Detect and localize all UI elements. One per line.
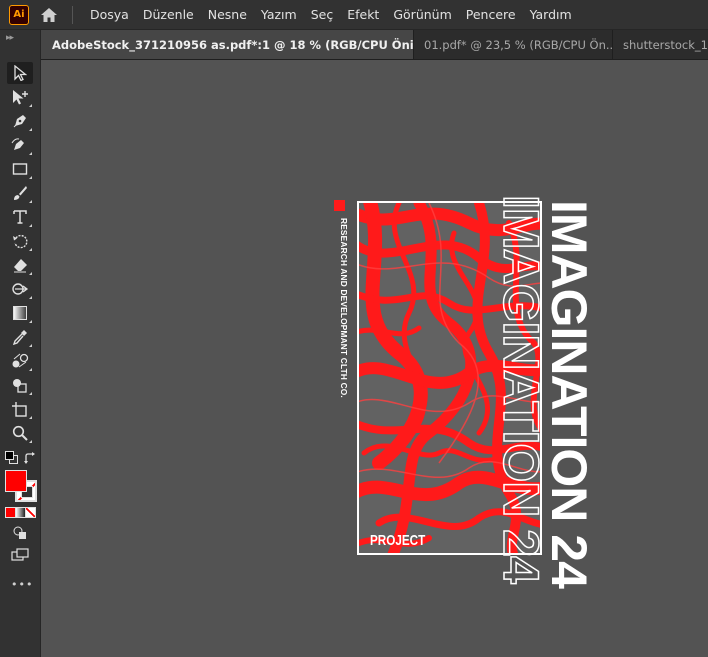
document-tab-bar: AdobeStock_371210956 as.pdf*:1 @ 18 % (R…	[41, 30, 708, 60]
document-tab-shutterstock[interactable]: shutterstock_17	[613, 30, 708, 59]
document-tab-adobestock[interactable]: AdobeStock_371210956 as.pdf*:1 @ 18 % (R…	[41, 30, 414, 59]
tab-label: 01.pdf* @ 23,5 % (RGB/CPU Ön...	[424, 37, 613, 52]
tools-panel: ▸▸ •••	[0, 30, 41, 657]
zoom-tool-icon[interactable]	[7, 422, 33, 444]
gradient-tool-icon[interactable]	[7, 302, 33, 324]
default-colors-icon[interactable]	[5, 451, 18, 464]
title-outline-text: IMAGINATION 24	[492, 194, 550, 583]
selection-tool-icon[interactable]	[7, 62, 33, 84]
eyedropper-tool-icon[interactable]	[7, 326, 33, 348]
eraser-tool-icon[interactable]	[7, 254, 33, 276]
menu-help[interactable]: Yardım	[523, 7, 579, 22]
menu-select[interactable]: Seç	[304, 7, 341, 22]
type-tool-icon[interactable]	[7, 206, 33, 228]
swap-colors-icon[interactable]	[24, 450, 37, 469]
accent-square	[334, 200, 345, 211]
more-tools-icon[interactable]: •••	[11, 578, 33, 591]
fill-swatch[interactable]	[5, 470, 27, 492]
menu-bar: Ai Dosya Düzenle Nesne Yazım Seç Efekt G…	[0, 0, 708, 30]
shape-builder-tool-icon[interactable]	[7, 374, 33, 396]
menu-type[interactable]: Yazım	[254, 7, 304, 22]
menu-object[interactable]: Nesne	[201, 7, 254, 22]
warp-tool-icon[interactable]	[7, 278, 33, 300]
draw-mode-icon[interactable]	[7, 522, 33, 544]
illustrator-logo: Ai	[9, 4, 29, 25]
menu-window[interactable]: Pencere	[459, 7, 523, 22]
menu-effect[interactable]: Efekt	[340, 7, 386, 22]
menu-file[interactable]: Dosya	[83, 7, 136, 22]
menu-view[interactable]: Görünüm	[386, 7, 458, 22]
screen-mode-icon[interactable]	[7, 544, 33, 566]
panel-collapse-icon[interactable]: ▸▸	[6, 33, 14, 43]
side-caption-text: RESEARCH AND DEVELOPMANT CLTH CO.	[339, 218, 349, 398]
project-label: PROJECT	[370, 532, 426, 549]
menu-edit[interactable]: Düzenle	[136, 7, 201, 22]
direct-selection-tool-icon[interactable]	[7, 86, 33, 108]
rotate-tool-icon[interactable]	[7, 230, 33, 252]
none-mode-icon[interactable]	[25, 507, 36, 518]
home-icon[interactable]	[38, 4, 60, 26]
rectangle-tool-icon[interactable]	[7, 158, 33, 180]
tab-label: shutterstock_17	[623, 37, 708, 52]
document-tab-01pdf[interactable]: 01.pdf* @ 23,5 % (RGB/CPU Ön... ×	[414, 30, 613, 59]
tab-label: AdobeStock_371210956 as.pdf*:1 @ 18 % (R…	[52, 37, 414, 52]
blend-tool-icon[interactable]	[7, 350, 33, 372]
artboard-tool-icon[interactable]	[7, 398, 33, 420]
curvature-tool-icon[interactable]	[7, 134, 33, 156]
paintbrush-tool-icon[interactable]	[7, 182, 33, 204]
menu-separator	[72, 5, 73, 24]
pen-tool-icon[interactable]	[7, 110, 33, 132]
